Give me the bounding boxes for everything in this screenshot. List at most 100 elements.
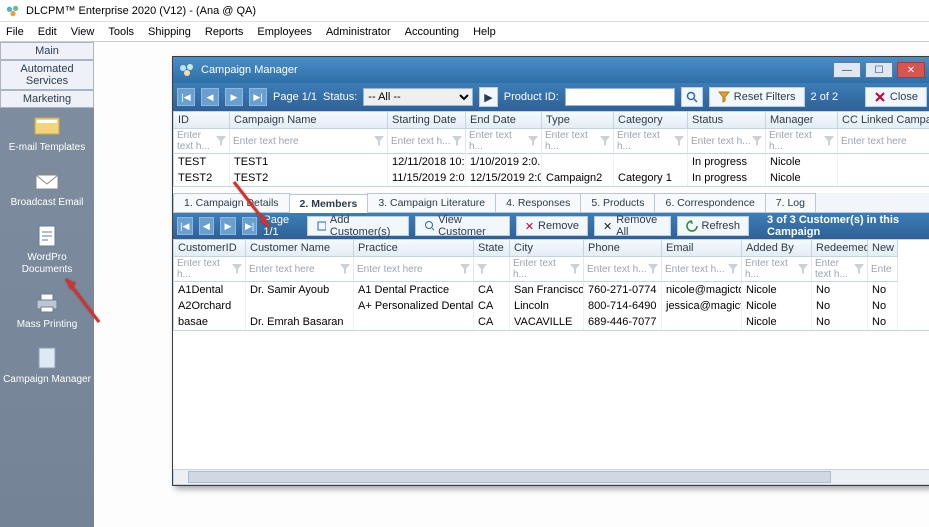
mfilter-name[interactable]: Enter text here: [246, 257, 354, 282]
tab-members[interactable]: 2. Members: [289, 194, 369, 213]
subwindow-maximize-button[interactable]: ☐: [865, 62, 893, 78]
col-cc[interactable]: CC Linked Campaign: [838, 112, 929, 129]
col-start[interactable]: Starting Date: [388, 112, 466, 129]
nav-first-button[interactable]: |◀: [177, 88, 195, 106]
nav-last-button[interactable]: ▶|: [249, 88, 267, 106]
member-row[interactable]: A2OrchardA+ Personalized Dental Orc...CA…: [174, 298, 929, 314]
tab-log[interactable]: 7. Log: [765, 193, 816, 212]
filter-id[interactable]: Enter text h...: [174, 129, 230, 154]
col-name[interactable]: Campaign Name: [230, 112, 388, 129]
mfilter-phone[interactable]: Enter text h...: [584, 257, 662, 282]
view-customer-button[interactable]: View Customer: [415, 216, 510, 236]
mfilter-id[interactable]: Enter text h...: [174, 257, 246, 282]
menu-help[interactable]: Help: [473, 26, 496, 38]
mcol-redeemed[interactable]: Redeemed: [812, 240, 868, 257]
mfilter-new[interactable]: Ente: [868, 257, 898, 282]
mcol-new[interactable]: New: [868, 240, 898, 257]
filter-status[interactable]: Enter text h...: [688, 129, 766, 154]
remove-all-button[interactable]: ✕Remove All: [594, 216, 671, 236]
menu-employees[interactable]: Employees: [257, 26, 311, 38]
reset-filters-button[interactable]: Reset Filters: [709, 87, 805, 107]
tab-responses[interactable]: 4. Responses: [495, 193, 581, 212]
members-nav-last[interactable]: ▶|: [242, 217, 258, 235]
col-type[interactable]: Type: [542, 112, 614, 129]
col-id[interactable]: ID: [174, 112, 230, 129]
menu-shipping[interactable]: Shipping: [148, 26, 191, 38]
mcol-id[interactable]: CustomerID: [174, 240, 246, 257]
col-manager[interactable]: Manager: [766, 112, 838, 129]
campaign-row[interactable]: TESTTEST112/11/2018 10:...1/10/2019 2:0.…: [174, 154, 929, 170]
launcher-label: Mass Printing: [17, 319, 78, 330]
mcol-practice[interactable]: Practice: [354, 240, 474, 257]
scrollbar-thumb[interactable]: [188, 471, 831, 483]
nav-next-button[interactable]: ▶: [225, 88, 243, 106]
productid-lookup-button[interactable]: [681, 87, 703, 107]
member-row[interactable]: basaeDr. Emrah BasaranCAVACAVILLE689-446…: [174, 314, 929, 330]
col-category[interactable]: Category: [614, 112, 688, 129]
status-go-button[interactable]: ▶: [479, 87, 497, 107]
col-status[interactable]: Status: [688, 112, 766, 129]
close-button[interactable]: Close: [865, 87, 927, 107]
mfilter-redeemed[interactable]: Enter text h...: [812, 257, 868, 282]
mass-printing-icon: [33, 291, 61, 315]
mfilter-state[interactable]: [474, 257, 510, 282]
nav-prev-button[interactable]: ◀: [201, 88, 219, 106]
mcol-added[interactable]: Added By: [742, 240, 812, 257]
mfilter-email[interactable]: Enter text h...: [662, 257, 742, 282]
menu-reports[interactable]: Reports: [205, 26, 244, 38]
filter-manager[interactable]: Enter text h...: [766, 129, 838, 154]
refresh-button[interactable]: Refresh: [677, 216, 750, 236]
filter-start[interactable]: Enter text h...: [388, 129, 466, 154]
email-templates-icon: [33, 114, 61, 138]
tab-correspondence[interactable]: 6. Correspondence: [654, 193, 765, 212]
mfilter-added[interactable]: Enter text h...: [742, 257, 812, 282]
tab-details[interactable]: 1. Campaign Details: [173, 193, 290, 212]
col-end[interactable]: End Date: [466, 112, 542, 129]
menu-edit[interactable]: Edit: [38, 26, 57, 38]
tab-products[interactable]: 5. Products: [580, 193, 655, 212]
mfilter-city[interactable]: Enter text h...: [510, 257, 584, 282]
menu-file[interactable]: File: [6, 26, 24, 38]
filter-type[interactable]: Enter text h...: [542, 129, 614, 154]
members-nav-prev[interactable]: ◀: [199, 217, 215, 235]
status-select[interactable]: -- All --: [363, 88, 473, 106]
menu-accounting[interactable]: Accounting: [405, 26, 459, 38]
filter-name[interactable]: Enter text here: [230, 129, 388, 154]
members-nav-first[interactable]: |◀: [177, 217, 193, 235]
filter-end[interactable]: Enter text h...: [466, 129, 542, 154]
sidebar-panel-marketing[interactable]: Marketing: [0, 90, 94, 108]
menu-tools[interactable]: Tools: [108, 26, 134, 38]
launcher-campaign-manager[interactable]: Campaign Manager: [0, 340, 94, 395]
productid-input[interactable]: [565, 88, 675, 106]
launcher-email-templates[interactable]: E-mail Templates: [0, 108, 94, 163]
launcher-mass-printing[interactable]: Mass Printing: [0, 285, 94, 340]
members-nav-next[interactable]: ▶: [220, 217, 236, 235]
horizontal-scrollbar[interactable]: [173, 469, 929, 485]
sidebar-panel-main[interactable]: Main: [0, 42, 94, 60]
menu-view[interactable]: View: [71, 26, 95, 38]
mcol-phone[interactable]: Phone: [584, 240, 662, 257]
members-count: 3 of 3 Customer(s) in this Campaign: [767, 214, 927, 238]
members-grid-filter-row: Enter text h... Enter text here Enter te…: [174, 257, 929, 282]
funnel-icon: [718, 91, 730, 103]
mcol-email[interactable]: Email: [662, 240, 742, 257]
campaign-row[interactable]: TEST2TEST211/15/2019 2:0...12/15/2019 2:…: [174, 170, 929, 186]
mcol-state[interactable]: State: [474, 240, 510, 257]
member-row[interactable]: A1DentalDr. Samir AyoubA1 Dental Practic…: [174, 282, 929, 298]
sidebar-panel-automated[interactable]: Automated Services: [0, 60, 94, 90]
launcher-broadcast-email[interactable]: Broadcast Email: [0, 163, 94, 218]
launcher-wordpro[interactable]: WordPro Documents: [0, 218, 94, 285]
menu-administrator[interactable]: Administrator: [326, 26, 391, 38]
add-customer-button[interactable]: Add Customer(s): [307, 216, 409, 236]
mfilter-practice[interactable]: Enter text here: [354, 257, 474, 282]
mcol-name[interactable]: Customer Name: [246, 240, 354, 257]
subwindow-close-button[interactable]: ✕: [897, 62, 925, 78]
remove-button[interactable]: ✕Remove: [516, 216, 588, 236]
tab-literature[interactable]: 3. Campaign Literature: [367, 193, 496, 212]
subwindow-minimize-button[interactable]: —: [833, 62, 861, 78]
filter-category[interactable]: Enter text h...: [614, 129, 688, 154]
view-icon: [424, 220, 434, 232]
filter-cc[interactable]: Enter text here: [838, 129, 929, 154]
app-title: DLCPM™ Enterprise 2020 (V12) - (Ana @ QA…: [26, 5, 256, 17]
mcol-city[interactable]: City: [510, 240, 584, 257]
